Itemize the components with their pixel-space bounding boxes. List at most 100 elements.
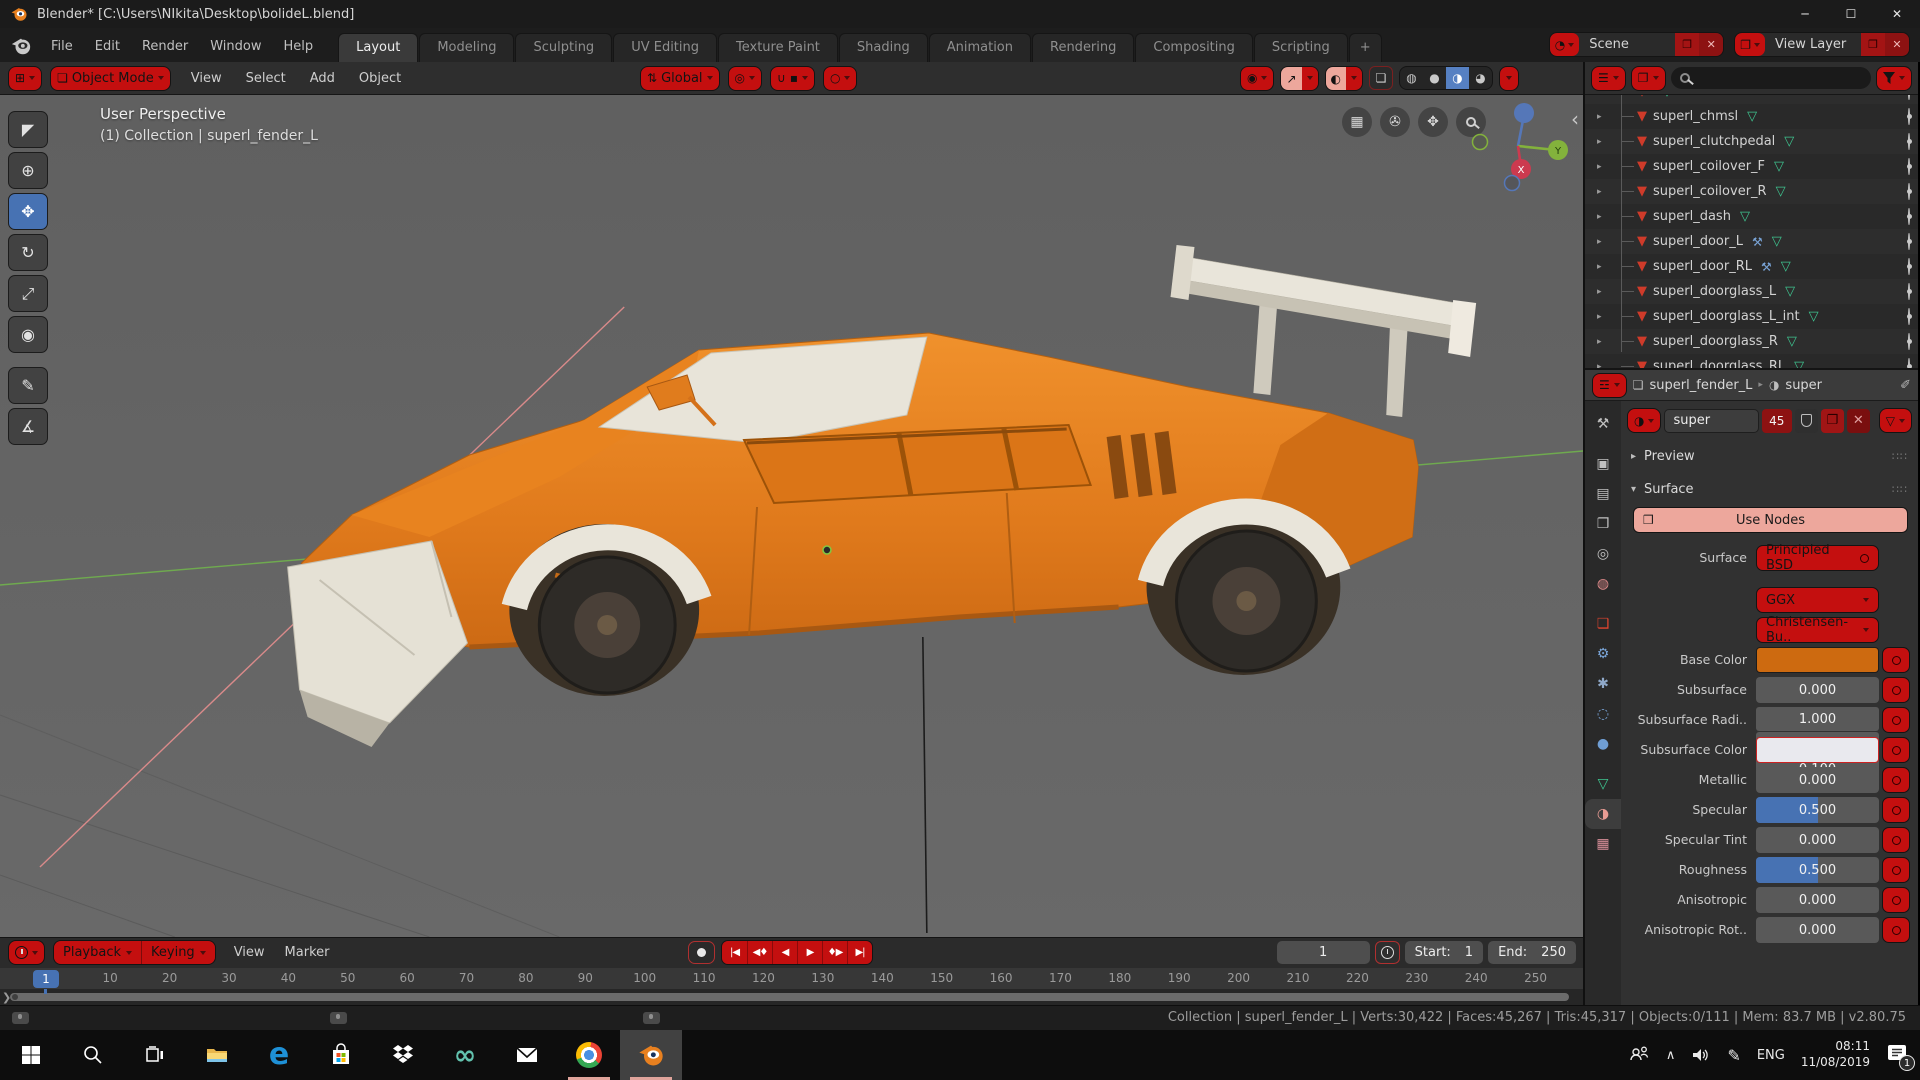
sidebar-collapse-icon[interactable]: ‹ <box>1571 107 1579 131</box>
properties-tab-modifiers[interactable]: ⚙ <box>1586 639 1620 669</box>
properties-tab-world[interactable]: ◍ <box>1586 569 1620 599</box>
use-preview-range-icon[interactable] <box>1375 941 1400 964</box>
camera-view-icon[interactable]: ✇ <box>1380 107 1410 137</box>
blender-app-icon[interactable] <box>10 35 32 57</box>
viewport-menu-item[interactable]: Add <box>298 67 347 90</box>
menu-item[interactable]: Help <box>273 34 325 59</box>
new-view-layer-icon[interactable]: ❐ <box>1861 33 1885 56</box>
properties-tab-constraints[interactable]: ● <box>1586 729 1620 759</box>
workspace-tab[interactable]: Animation <box>929 33 1031 62</box>
outliner-row[interactable]: ▸ ▼ superl_doorglass_R ▽ <box>1585 329 1918 354</box>
next-keyframe-icon[interactable]: ♦▶ <box>822 941 847 964</box>
hide-eye-icon[interactable] <box>1908 109 1910 124</box>
transform-orientation-dropdown[interactable]: ⇅Global <box>640 66 720 91</box>
gizmos-dropdown[interactable] <box>1302 67 1318 90</box>
breadcrumb-object[interactable]: superl_fender_L <box>1650 378 1753 393</box>
auto-keying-record-icon[interactable] <box>688 941 715 964</box>
copy-material-icon[interactable]: ❐ <box>1821 409 1844 433</box>
tool-button[interactable]: ◉ <box>8 316 48 353</box>
expand-arrow-icon[interactable]: ▸ <box>1597 112 1613 122</box>
file-explorer-icon[interactable] <box>186 1030 248 1080</box>
value-field[interactable]: 0.000 <box>1756 677 1879 703</box>
expand-arrow-icon[interactable]: ▸ <box>1597 362 1613 369</box>
current-frame-field[interactable]: 1 <box>1277 941 1370 964</box>
editor-type-viewport-icon[interactable]: ⊞ <box>8 66 42 91</box>
properties-tab-tool[interactable]: ⚒ <box>1586 409 1620 439</box>
properties-tab-scene[interactable]: ◎ <box>1586 539 1620 569</box>
store-icon[interactable] <box>310 1030 372 1080</box>
animate-dot-button[interactable] <box>1882 737 1910 763</box>
outliner-row[interactable]: ▸ ▼ superl_doorglass_RL ▽ <box>1585 354 1918 368</box>
snapping-dropdown[interactable]: ∪▪ <box>770 66 815 91</box>
outliner-row[interactable]: ▸ ▼ superl_door_RL ⚒ ▽ <box>1585 254 1918 279</box>
material-users-count[interactable]: 45 <box>1762 409 1792 433</box>
shader-dropdown[interactable]: Principled BSD <box>1756 545 1879 571</box>
pin-icon[interactable]: ✐ <box>1900 378 1911 393</box>
overlays-dropdown[interactable] <box>1346 67 1362 90</box>
search-button[interactable] <box>62 1030 124 1080</box>
close-button[interactable]: ✕ <box>1874 0 1920 28</box>
jump-to-end-icon[interactable]: ▶| <box>847 941 872 964</box>
properties-tab-output[interactable]: ▤ <box>1586 479 1620 509</box>
preview-panel-header[interactable]: ▸Preview∷∷ <box>1621 443 1918 470</box>
outliner-row[interactable]: ▸ ▼ superl_chmsl ▽ <box>1585 104 1918 129</box>
menu-item[interactable]: Window <box>199 34 272 59</box>
hide-eye-icon[interactable] <box>1908 209 1910 224</box>
value-field[interactable]: 0.500 <box>1756 797 1879 823</box>
workspace-tab[interactable]: Shading <box>839 33 928 62</box>
expand-arrow-icon[interactable]: ▸ <box>1597 212 1613 222</box>
viewport-menu-item[interactable]: Object <box>347 67 413 90</box>
animate-dot-button[interactable] <box>1882 887 1910 913</box>
workspace-tab[interactable]: Texture Paint <box>718 33 838 62</box>
notification-icon[interactable]: 1 <box>1886 1043 1908 1067</box>
animate-dot-button[interactable] <box>1882 677 1910 703</box>
scrollbar-thumb[interactable] <box>10 993 1569 1001</box>
outliner-row[interactable]: ▸ ▼ superl_doorglass_L_int ▽ <box>1585 304 1918 329</box>
outliner-row[interactable]: ▸ ▼ ▽ <box>1585 95 1918 104</box>
tray-chevron-icon[interactable]: ∧ <box>1666 1048 1676 1063</box>
pivot-point-dropdown[interactable]: ◎ <box>728 66 762 91</box>
expand-arrow-icon[interactable]: ▸ <box>1597 137 1613 147</box>
editor-type-timeline-icon[interactable] <box>8 940 45 965</box>
hide-eye-icon[interactable] <box>1908 234 1910 249</box>
blender-taskbar-icon[interactable] <box>620 1030 682 1080</box>
animate-dot-button[interactable] <box>1882 707 1910 733</box>
hide-eye-icon[interactable] <box>1908 259 1910 274</box>
jump-to-start-icon[interactable]: |◀ <box>722 941 747 964</box>
animate-dot-button[interactable] <box>1882 797 1910 823</box>
hide-eye-icon[interactable] <box>1908 184 1910 199</box>
hide-eye-icon[interactable] <box>1908 134 1910 149</box>
proportional-edit-dropdown[interactable]: ○ <box>823 66 857 91</box>
value-field[interactable]: 0.000 <box>1756 917 1879 943</box>
outliner-row[interactable]: ▸ ▼ superl_doorglass_L ▽ <box>1585 279 1918 304</box>
workspace-tab[interactable]: Modeling <box>419 33 514 62</box>
value-field[interactable]: 0.000 <box>1756 827 1879 853</box>
viewport-menu-item[interactable]: Select <box>234 67 298 90</box>
xray-toggle[interactable]: ❏ <box>1369 66 1393 90</box>
animate-dot-button[interactable] <box>1882 917 1910 943</box>
tool-button[interactable]: ⊕ <box>8 152 48 189</box>
workspace-tab[interactable]: Layout <box>338 33 418 62</box>
start-button[interactable] <box>0 1030 62 1080</box>
prev-keyframe-icon[interactable]: ◀♦ <box>747 941 772 964</box>
navigation-gizmo[interactable]: Y X <box>1466 99 1570 203</box>
expand-arrow-icon[interactable]: ▸ <box>1597 262 1613 272</box>
material-browse-icon[interactable]: ◑ <box>1627 408 1661 433</box>
clock[interactable]: 08:11 11/08/2019 <box>1801 1039 1870 1070</box>
frame-ruler[interactable]: 1020304050607080901001101201301401501601… <box>0 968 1583 990</box>
task-view-button[interactable] <box>124 1030 186 1080</box>
animate-dot-button[interactable] <box>1882 827 1910 853</box>
shading-wireframe-icon[interactable]: ◍ <box>1400 67 1423 89</box>
tool-button[interactable]: ⤢ <box>8 275 48 312</box>
value-field[interactable]: 0.000 <box>1756 887 1879 913</box>
properties-tab-view-layer[interactable]: ❐ <box>1586 509 1620 539</box>
hide-eye-icon[interactable] <box>1908 334 1910 349</box>
outliner-row[interactable]: ▸ ▼ superl_door_L ⚒ ▽ <box>1585 229 1918 254</box>
shading-solid-icon[interactable]: ● <box>1423 67 1446 89</box>
animate-dot-button[interactable] <box>1882 857 1910 883</box>
tool-button[interactable]: ∡ <box>8 408 48 445</box>
hide-eye-icon[interactable] <box>1908 309 1910 324</box>
hide-eye-icon[interactable] <box>1908 159 1910 174</box>
animate-dot-button[interactable] <box>1882 767 1910 793</box>
timeline-red-dropdown[interactable]: Playback <box>54 941 141 964</box>
